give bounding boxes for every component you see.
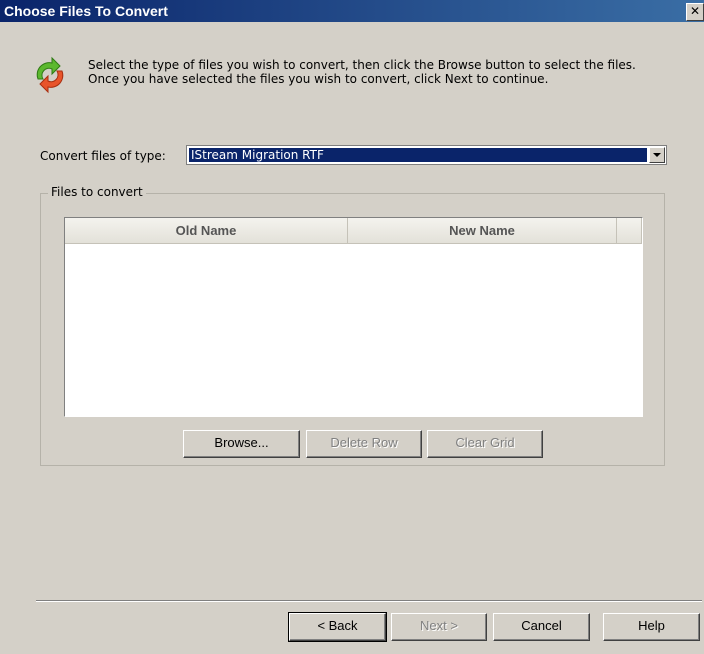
instruction-line-2: Once you have selected the files you wis… (88, 72, 549, 86)
close-button[interactable]: ✕ (686, 3, 704, 21)
files-group-label: Files to convert (48, 185, 146, 199)
convert-arrows-icon (30, 55, 70, 95)
column-header-new-name[interactable]: New Name (348, 218, 617, 244)
files-grid[interactable]: Old Name New Name (64, 217, 643, 417)
next-button[interactable]: Next > (391, 613, 487, 641)
help-button[interactable]: Help (603, 613, 700, 641)
window-title: Choose Files To Convert (4, 3, 168, 19)
convert-type-select[interactable]: IStream Migration RTF (186, 145, 667, 165)
cancel-button[interactable]: Cancel (493, 613, 590, 641)
convert-type-value: IStream Migration RTF (189, 148, 647, 162)
delete-row-button[interactable]: Delete Row (306, 430, 422, 458)
back-button[interactable]: < Back (288, 612, 387, 642)
chevron-down-icon[interactable] (649, 147, 665, 163)
title-bar: Choose Files To Convert ✕ (0, 0, 704, 22)
convert-type-label: Convert files of type: (40, 149, 166, 163)
footer-separator (36, 600, 702, 602)
instruction-line-1: Select the type of files you wish to con… (88, 58, 636, 72)
browse-button[interactable]: Browse... (183, 430, 300, 458)
clear-grid-button[interactable]: Clear Grid (427, 430, 543, 458)
column-header-filler (617, 218, 642, 244)
column-header-old-name[interactable]: Old Name (65, 218, 348, 244)
